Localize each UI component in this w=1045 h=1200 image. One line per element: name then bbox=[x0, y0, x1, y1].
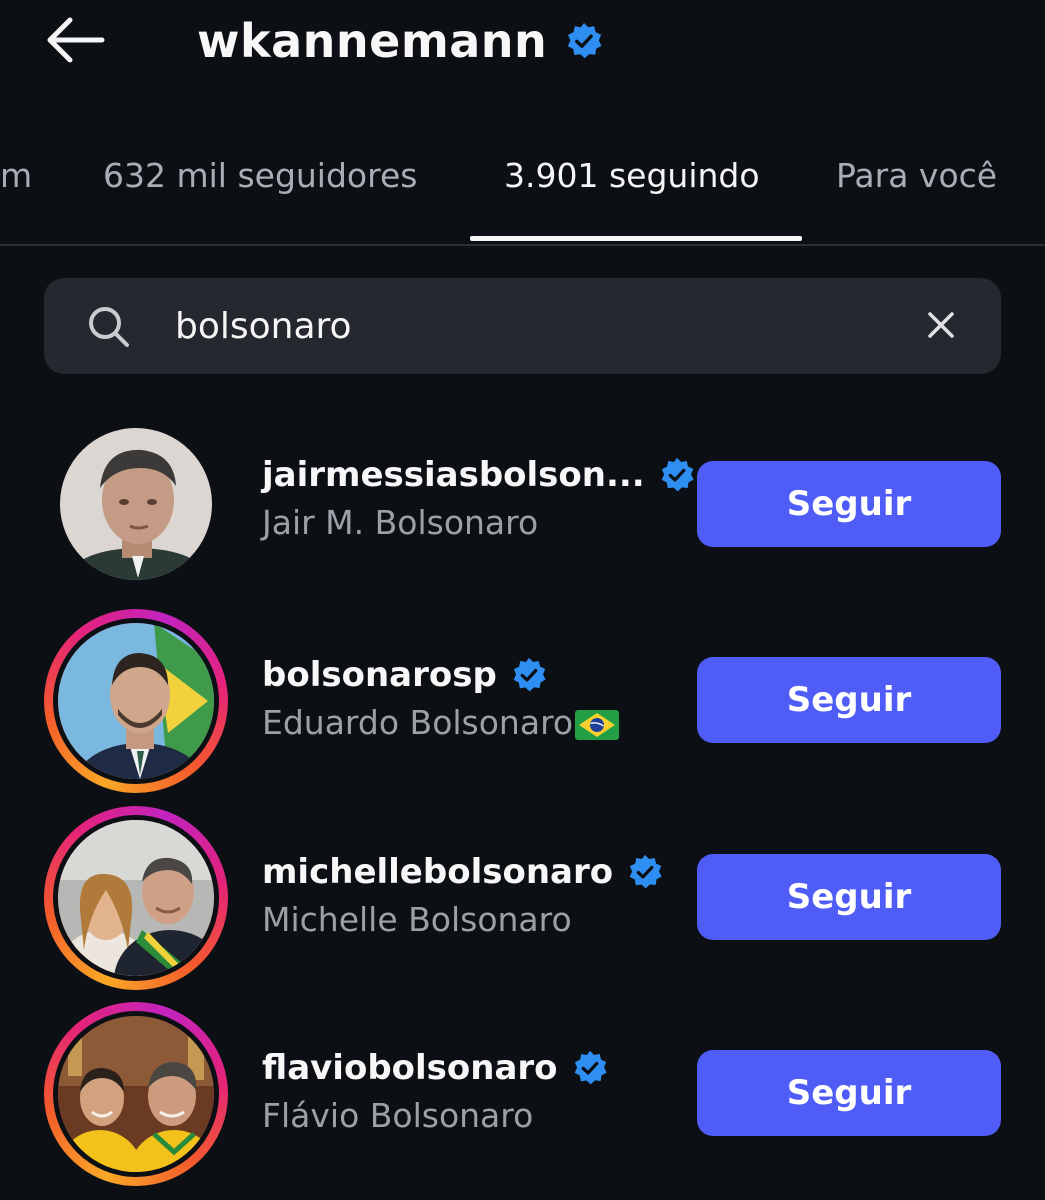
page-title: wkannemann bbox=[197, 14, 548, 68]
username[interactable]: jairmessiasbolson... bbox=[262, 455, 645, 495]
list-item[interactable]: flaviobolsonaro Flávio Bolsonaro Seguir bbox=[0, 1000, 1045, 1190]
verified-badge-icon bbox=[661, 457, 694, 492]
header-title-group: wkannemann bbox=[197, 6, 603, 76]
clear-search-button[interactable] bbox=[916, 300, 966, 350]
tab-m[interactable]: m bbox=[0, 156, 32, 195]
follow-button[interactable]: Seguir bbox=[697, 461, 1001, 547]
avatar bbox=[60, 428, 212, 580]
verified-badge-icon bbox=[574, 1050, 607, 1085]
username[interactable]: flaviobolsonaro bbox=[262, 1048, 558, 1088]
search-icon bbox=[89, 307, 129, 347]
verified-badge-icon bbox=[513, 657, 546, 692]
tab-for-you[interactable]: Para você bbox=[836, 156, 997, 195]
avatar[interactable] bbox=[58, 1016, 214, 1172]
avatar[interactable] bbox=[58, 623, 214, 779]
username[interactable]: bolsonarosp bbox=[262, 655, 497, 695]
display-name: Michelle Bolsonaro bbox=[262, 900, 572, 939]
verified-badge-icon bbox=[629, 854, 662, 889]
follow-button[interactable]: Seguir bbox=[697, 1050, 1001, 1136]
follow-button[interactable]: Seguir bbox=[697, 657, 1001, 743]
display-name: Eduardo Bolsonaro bbox=[262, 703, 574, 742]
username[interactable]: michellebolsonaro bbox=[262, 852, 613, 892]
close-icon bbox=[928, 312, 954, 338]
verified-badge-icon bbox=[568, 22, 602, 59]
follow-button[interactable]: Seguir bbox=[697, 854, 1001, 940]
following-screen: wkannemann m 632 mil seguidores 3.901 se… bbox=[0, 0, 1045, 1200]
result-text: jairmessiasbolson... Jair M. Bolsonaro bbox=[262, 450, 695, 546]
header: wkannemann bbox=[0, 0, 1045, 90]
profile-tabs: m 632 mil seguidores 3.901 seguindo Para… bbox=[0, 130, 1045, 246]
display-name: Jair M. Bolsonaro bbox=[262, 503, 539, 542]
avatar[interactable] bbox=[58, 820, 214, 976]
tab-following[interactable]: 3.901 seguindo bbox=[504, 156, 760, 195]
display-name: Flávio Bolsonaro bbox=[262, 1096, 534, 1135]
tab-followers[interactable]: 632 mil seguidores bbox=[103, 156, 417, 195]
result-text: flaviobolsonaro Flávio Bolsonaro bbox=[262, 1043, 608, 1139]
search-input[interactable] bbox=[175, 296, 875, 356]
active-tab-indicator bbox=[470, 236, 802, 241]
arrow-left-icon bbox=[47, 17, 105, 63]
list-item[interactable]: jairmessiasbolson... Jair M. Bolsonaro S… bbox=[0, 428, 1045, 618]
result-text: michellebolsonaro Michelle Bolsonaro bbox=[262, 847, 663, 943]
result-text: bolsonarosp Eduardo Bolsonaro bbox=[262, 650, 620, 746]
list-item[interactable]: bolsonarosp Eduardo Bolsonaro Seguir bbox=[0, 607, 1045, 797]
back-button[interactable] bbox=[40, 12, 112, 68]
list-item[interactable]: michellebolsonaro Michelle Bolsonaro Seg… bbox=[0, 804, 1045, 994]
display-name-line: Eduardo Bolsonaro bbox=[262, 700, 620, 746]
brazil-flag-icon bbox=[575, 709, 620, 740]
